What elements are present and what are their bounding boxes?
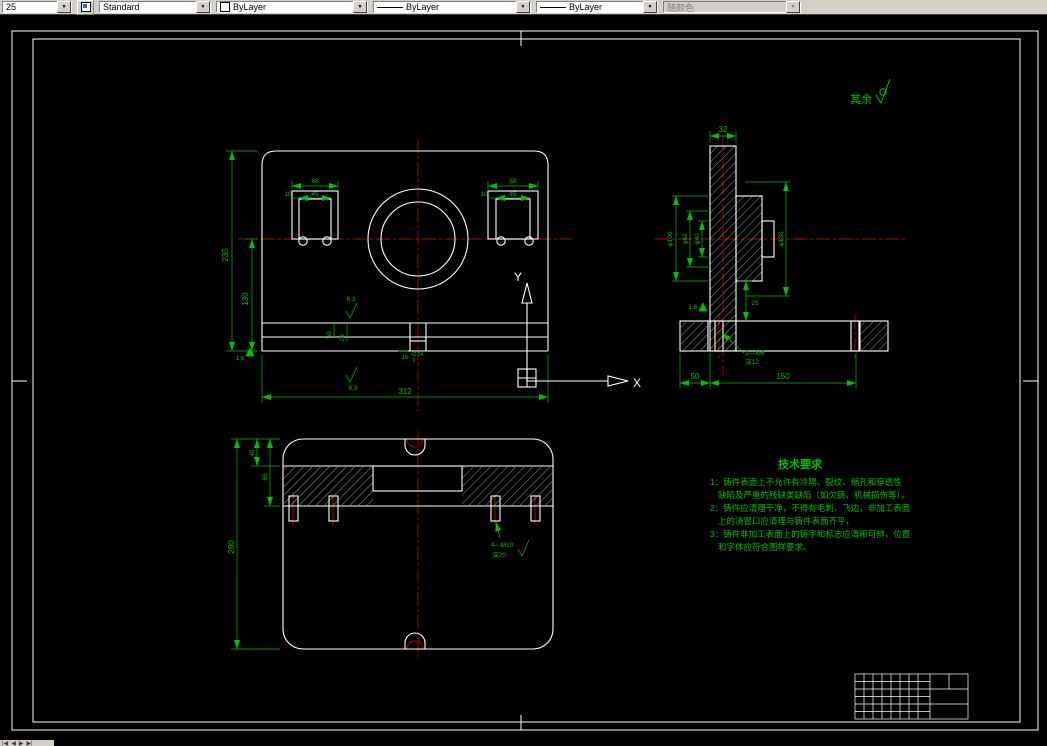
roughness-6-3-b[interactable]: 6.3 — [348, 385, 357, 392]
dim-pad-right-45[interactable]: 45 — [509, 191, 517, 198]
roughness-1-6[interactable]: 1.6 — [235, 355, 244, 362]
dim-32[interactable]: 32 — [719, 125, 728, 134]
technical-requirements[interactable]: 技术要求 1：铸件表面上不允许有冷隔、裂纹、缩孔和穿透性 缺陷及严重的残缺类缺陷… — [710, 457, 911, 552]
text-style-value: Standard — [103, 2, 140, 12]
roughness-1-6-side[interactable]: 1.6 — [688, 304, 697, 311]
object-properties-toolbar: 25 ▼ Standard ▼ ByLayer ▼ ByLayer ▼ ByLa… — [0, 0, 1047, 15]
dropdown-arrow-icon: ▼ — [786, 1, 800, 13]
dim-50-base[interactable]: 50 — [691, 372, 700, 381]
dropdown-arrow-icon[interactable]: ▼ — [643, 1, 657, 13]
dropdown-arrow-icon[interactable]: ▼ — [516, 1, 530, 13]
tech-line-6: 和字体应符合图样要求。 — [718, 542, 812, 552]
tech-line-1: 1：铸件表面上不允许有冷隔、裂纹、缩孔和穿透性 — [710, 477, 902, 487]
dim-50-slot[interactable]: 50 — [326, 331, 333, 339]
color-swatch-icon — [220, 2, 230, 12]
linetype-sample-icon — [377, 6, 403, 8]
model-space-canvas[interactable]: 230 130 312 68 10 45 68 10 45 6.3 6.3 1.… — [0, 15, 1047, 746]
dim-pad-left-68[interactable]: 68 — [311, 178, 319, 185]
cad-drawing[interactable]: 230 130 312 68 10 45 68 10 45 6.3 6.3 1.… — [0, 15, 1047, 746]
plotstyle-dropdown: 随颜色 ▼ — [663, 1, 801, 13]
linetype-dropdown[interactable]: ByLayer ▼ — [373, 1, 531, 13]
dim-dia-130[interactable]: φ130 — [778, 231, 785, 246]
thread-callout-2-m6[interactable]: 2—M6 — [745, 350, 765, 357]
thread-depth-20[interactable]: 深20 — [492, 550, 506, 559]
dim-20-slot[interactable]: 20 — [339, 334, 346, 342]
tech-line-4: 上的浇冒口应清理与铸件表面齐平， — [718, 516, 854, 526]
model-tab-bar[interactable]: |◀ ◀ ▶ ▶| — [0, 740, 54, 746]
dim-40[interactable]: 40 — [249, 449, 256, 457]
lineweight-dropdown[interactable]: ByLayer ▼ — [536, 1, 658, 13]
lineweight-value: ByLayer — [569, 2, 603, 12]
dim-150-base[interactable]: 150 — [776, 372, 790, 381]
layer-value: 25 — [6, 2, 17, 12]
dropdown-arrow-icon[interactable]: ▼ — [57, 1, 71, 13]
rest-note-text: 其余 — [850, 92, 872, 106]
dim-16-tol-lower[interactable]: 0 — [413, 358, 416, 364]
tech-line-5: 3：铸件非加工表面上的铸字和标志应清晰可辨，位置 — [710, 529, 911, 539]
tab-last-icon[interactable]: ▶| — [26, 740, 32, 746]
dropdown-arrow-icon[interactable]: ▼ — [196, 1, 210, 13]
style-icon — [80, 2, 91, 12]
plotstyle-value: 随颜色 — [667, 2, 695, 13]
text-style-dropdown[interactable]: Standard ▼ — [99, 1, 211, 13]
dim-pad-left-10[interactable]: 10 — [284, 191, 292, 198]
sheet-frame — [11, 30, 1039, 731]
lineweight-sample-icon — [540, 6, 566, 8]
dim-280[interactable]: 280 — [227, 540, 236, 554]
dropdown-arrow-icon[interactable]: ▼ — [353, 1, 367, 13]
color-value: ByLayer — [233, 2, 267, 12]
thread-depth-12[interactable]: 深12 — [745, 357, 759, 366]
dim-pad-left-45[interactable]: 45 — [311, 191, 319, 198]
roughness-6-3-a[interactable]: 6.3 — [346, 296, 355, 303]
dim-230[interactable]: 230 — [221, 248, 230, 262]
tech-title: 技术要求 — [778, 457, 823, 471]
title-block — [854, 673, 969, 720]
dim-16[interactable]: 16 — [401, 354, 409, 361]
tab-next-icon[interactable]: ▶ — [19, 740, 24, 746]
dim-130[interactable]: 130 — [241, 292, 250, 306]
dim-pad-right-68[interactable]: 68 — [509, 178, 517, 185]
ucs-x-label: X — [633, 376, 641, 390]
dim-dia-40[interactable]: φ40 — [694, 233, 701, 245]
layer-dropdown[interactable]: 25 ▼ — [2, 1, 72, 13]
side-view[interactable]: 32 φ100 φ62 φ40 φ130 25 1.6 2—M6 深12 50 … — [655, 125, 905, 389]
tab-first-icon[interactable]: |◀ — [2, 740, 8, 746]
dim-dia-62[interactable]: φ62 — [682, 233, 689, 245]
tech-line-2: 缺陷及严重的残缺类缺陷（如欠铸、机械损伤等）， — [718, 490, 909, 500]
dim-dia-100[interactable]: φ100 — [667, 231, 674, 246]
color-dropdown[interactable]: ByLayer ▼ — [216, 1, 368, 13]
dim-312[interactable]: 312 — [398, 387, 412, 396]
tab-prev-icon[interactable]: ◀ — [11, 740, 16, 746]
text-style-button[interactable] — [77, 0, 94, 15]
tech-line-3: 2：铸件应清理干净，不得有毛刺、飞边，非加工表面 — [710, 503, 911, 513]
dim-pad-right-10[interactable]: 10 — [480, 191, 488, 198]
ucs-icon — [517, 282, 629, 388]
dim-65[interactable]: 65 — [262, 473, 269, 481]
linetype-value: ByLayer — [406, 2, 440, 12]
dim-25[interactable]: 25 — [751, 300, 759, 307]
rest-roughness-note[interactable]: 其余 — [850, 78, 891, 106]
ucs-y-label: Y — [514, 270, 522, 284]
thread-callout-4-m10[interactable]: 4—M10 — [491, 542, 514, 549]
bottom-view[interactable]: 280 40 65 4—M10 深20 — [227, 431, 554, 657]
